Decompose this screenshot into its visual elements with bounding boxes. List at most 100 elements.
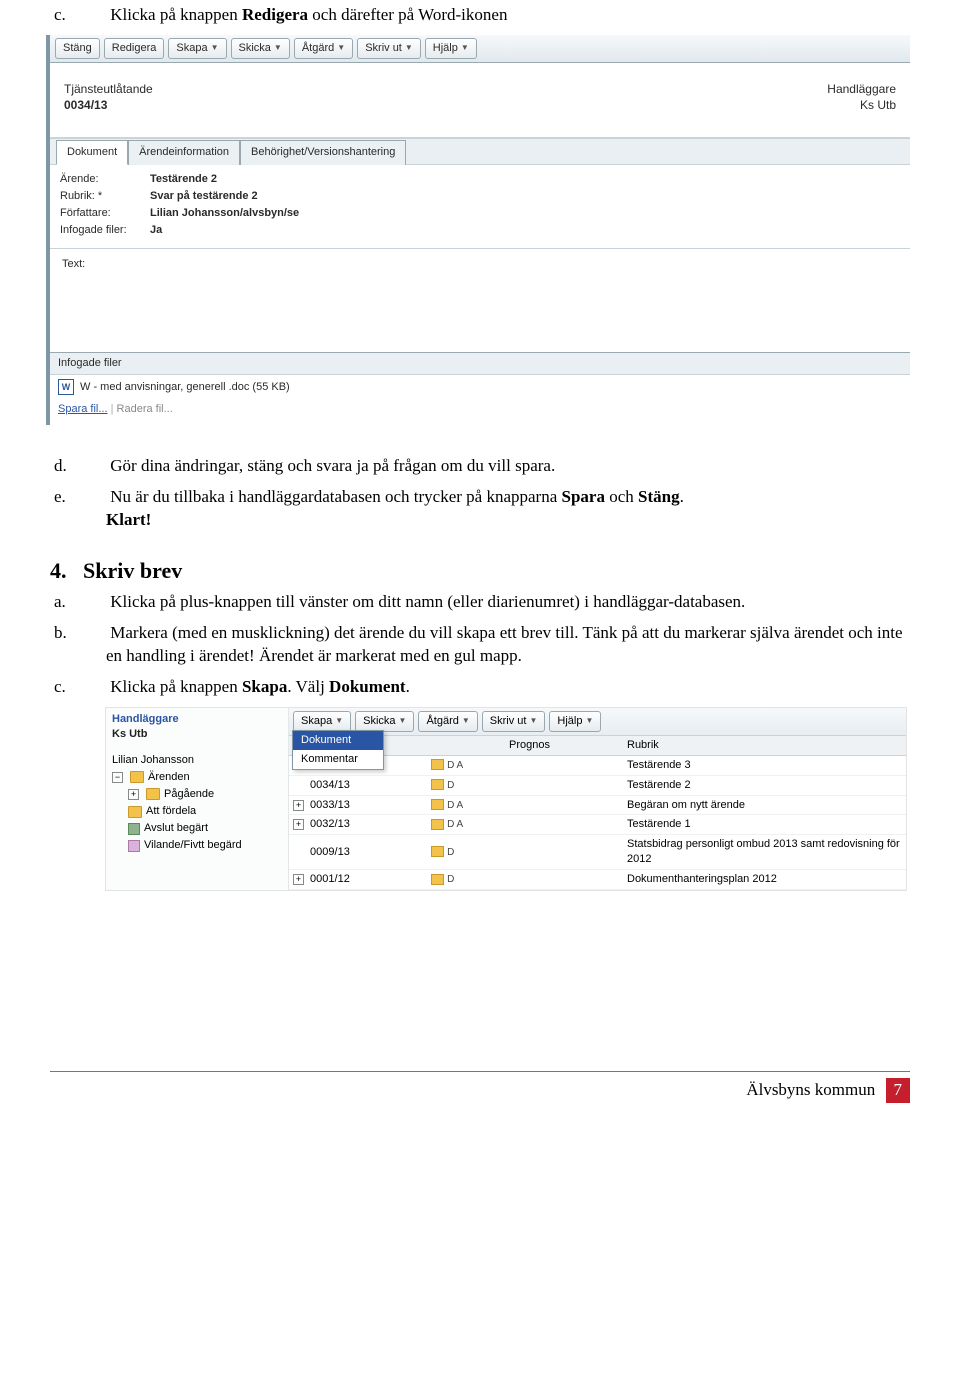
btn-atgard[interactable]: Åtgärd▼: [294, 38, 353, 59]
caret-icon: ▼: [274, 43, 282, 54]
grid-row[interactable]: 0034/13 DTestärende 2: [289, 776, 906, 796]
grid-body: 0034/13 D ATestärende 3 0034/13 DTestäre…: [289, 756, 906, 890]
plus-icon[interactable]: +: [293, 874, 304, 885]
step-c-bold: Redigera: [242, 5, 308, 24]
value-forfattare: Lilian Johansson/alvsbyn/se: [150, 206, 299, 221]
tree-att-fordela[interactable]: Att fördela: [112, 803, 282, 820]
step-4c-a: Klicka på knappen: [110, 677, 242, 696]
plus-icon[interactable]: +: [293, 800, 304, 811]
btn-skrivut-2[interactable]: Skriv ut▼: [482, 711, 546, 732]
screenshot-1: Stäng Redigera Skapa▼ Skicka▼ Åtgärd▼ Sk…: [46, 35, 910, 425]
file-row[interactable]: W W - med anvisningar, generell .doc (55…: [50, 375, 910, 399]
btn-skicka-2[interactable]: Skicka▼: [355, 711, 414, 732]
btn-skapa-2[interactable]: Skapa▼: [293, 711, 351, 732]
col-prognos: Prognos: [505, 736, 623, 755]
form-panel: Ärende:Testärende 2 Rubrik: *Svar på tes…: [50, 165, 910, 249]
folder-icon: [431, 799, 444, 810]
link-spara-fil[interactable]: Spara fil...: [58, 403, 108, 415]
menu-kommentar[interactable]: Kommentar: [293, 750, 383, 769]
step-e: e. Nu är du tillbaka i handläggardatabas…: [80, 486, 910, 532]
sidebar: Handläggare Ks Utb Lilian Johansson −Äre…: [106, 708, 289, 890]
folder-icon: [431, 819, 444, 830]
grid-row[interactable]: 0009/13 DStatsbidrag personligt ombud 20…: [289, 835, 906, 870]
caret-icon: ▼: [462, 716, 470, 727]
btn-redigera[interactable]: Redigera: [104, 38, 165, 59]
step-d-marker: d.: [80, 455, 106, 478]
btn-stang[interactable]: Stäng: [55, 38, 100, 59]
plus-icon[interactable]: +: [293, 819, 304, 830]
caret-icon: ▼: [337, 43, 345, 54]
doc-icon: [128, 823, 140, 835]
step-4c-end: .: [406, 677, 410, 696]
step-c-text-b: och därefter på Word-ikonen: [308, 5, 507, 24]
btn-skrivut[interactable]: Skriv ut▼: [357, 38, 421, 59]
value-rubrik: Svar på testärende 2: [150, 189, 258, 204]
toolbar-2: Skapa▼ Skicka▼ Åtgärd▼ Skriv ut▼ Hjälp▼ …: [289, 708, 906, 736]
tab-dokument[interactable]: Dokument: [56, 140, 128, 165]
footer-org: Älvsbyns kommun: [746, 1080, 875, 1099]
caret-icon: ▼: [529, 716, 537, 727]
step-e-spara: Spara: [562, 487, 605, 506]
files-box: Infogade filer W W - med anvisningar, ge…: [50, 352, 910, 425]
folder-icon: [146, 788, 160, 800]
tree-arenden[interactable]: −Ärenden: [112, 769, 282, 786]
label-infogade: Infogade filer:: [60, 223, 150, 238]
text-area: Text:: [50, 249, 910, 352]
tree-vilande[interactable]: Vilande/Fivtt begärd: [112, 837, 282, 854]
value-infogade: Ja: [150, 223, 162, 238]
grid-row[interactable]: + 0032/13 D ATestärende 1: [289, 815, 906, 835]
grid-row[interactable]: + 0001/12 DDokumenthanteringsplan 2012: [289, 870, 906, 890]
page-footer: Älvsbyns kommun 7: [50, 1071, 910, 1103]
step-c: c. Klicka på knappen Redigera och däreft…: [80, 4, 910, 27]
step-4b: b. Markera (med en musklickning) det äre…: [80, 622, 910, 668]
step-4b-marker: b.: [80, 622, 106, 645]
doc-handlaggare-value: Ks Utb: [827, 97, 896, 113]
btn-hjalp-2[interactable]: Hjälp▼: [549, 711, 601, 732]
word-icon[interactable]: W: [58, 379, 74, 395]
step-4b-text: Markera (med en musklickning) det ärende…: [106, 623, 903, 665]
step-4c: c. Klicka på knappen Skapa. Välj Dokumen…: [80, 676, 910, 699]
doc-number: 0034/13: [64, 97, 153, 113]
step-e-end: .: [680, 487, 684, 506]
step-4c-skapa: Skapa: [242, 677, 287, 696]
tree-pagaende[interactable]: +Pågående: [112, 786, 282, 803]
folder-icon: [431, 779, 444, 790]
folder-icon: [431, 846, 444, 857]
btn-skicka[interactable]: Skicka▼: [231, 38, 290, 59]
doc-icon: [128, 840, 140, 852]
step-4c-dokument: Dokument: [329, 677, 406, 696]
menu-dokument[interactable]: Dokument: [293, 731, 383, 750]
caret-icon: ▼: [211, 43, 219, 54]
tree-user[interactable]: Lilian Johansson: [112, 752, 282, 769]
step-e-marker: e.: [80, 486, 106, 509]
tree: Lilian Johansson −Ärenden +Pågående Att …: [112, 752, 282, 854]
btn-atgard-2[interactable]: Åtgärd▼: [418, 711, 477, 732]
tab-arendeinfo[interactable]: Ärendeinformation: [128, 140, 240, 165]
step-c-text-a: Klicka på knappen: [110, 5, 242, 24]
step-d-text: Gör dina ändringar, stäng och svara ja p…: [110, 456, 555, 475]
doc-type: Tjänsteutlåtande: [64, 81, 153, 97]
label-arende: Ärende:: [60, 172, 150, 187]
caret-icon: ▼: [585, 716, 593, 727]
section-4-name: Skriv brev: [83, 558, 182, 583]
step-4a-text: Klicka på plus-knappen till vänster om d…: [110, 592, 745, 611]
toolbar-1: Stäng Redigera Skapa▼ Skicka▼ Åtgärd▼ Sk…: [50, 35, 910, 63]
doc-handlaggare-label: Handläggare: [827, 81, 896, 97]
step-e-klart: Klart!: [106, 510, 151, 529]
link-radera-fil: Radera fil...: [117, 403, 173, 415]
caret-icon: ▼: [405, 43, 413, 54]
minus-icon[interactable]: −: [112, 772, 123, 783]
tab-row: Dokument Ärendeinformation Behörighet/Ve…: [50, 138, 910, 165]
sidebar-title: Handläggare: [112, 712, 282, 727]
skapa-menu: Dokument Kommentar: [292, 730, 384, 770]
grid-row[interactable]: + 0033/13 D ABegäran om nytt ärende: [289, 796, 906, 816]
btn-hjalp[interactable]: Hjälp▼: [425, 38, 477, 59]
folder-icon: [431, 874, 444, 885]
step-e-mid: och: [605, 487, 638, 506]
step-4a-marker: a.: [80, 591, 106, 614]
tab-behorighet[interactable]: Behörighet/Versionshantering: [240, 140, 406, 165]
tree-avslut[interactable]: Avslut begärt: [112, 820, 282, 837]
screenshot-2: Handläggare Ks Utb Lilian Johansson −Äre…: [105, 707, 907, 891]
btn-skapa[interactable]: Skapa▼: [168, 38, 226, 59]
plus-icon[interactable]: +: [128, 789, 139, 800]
